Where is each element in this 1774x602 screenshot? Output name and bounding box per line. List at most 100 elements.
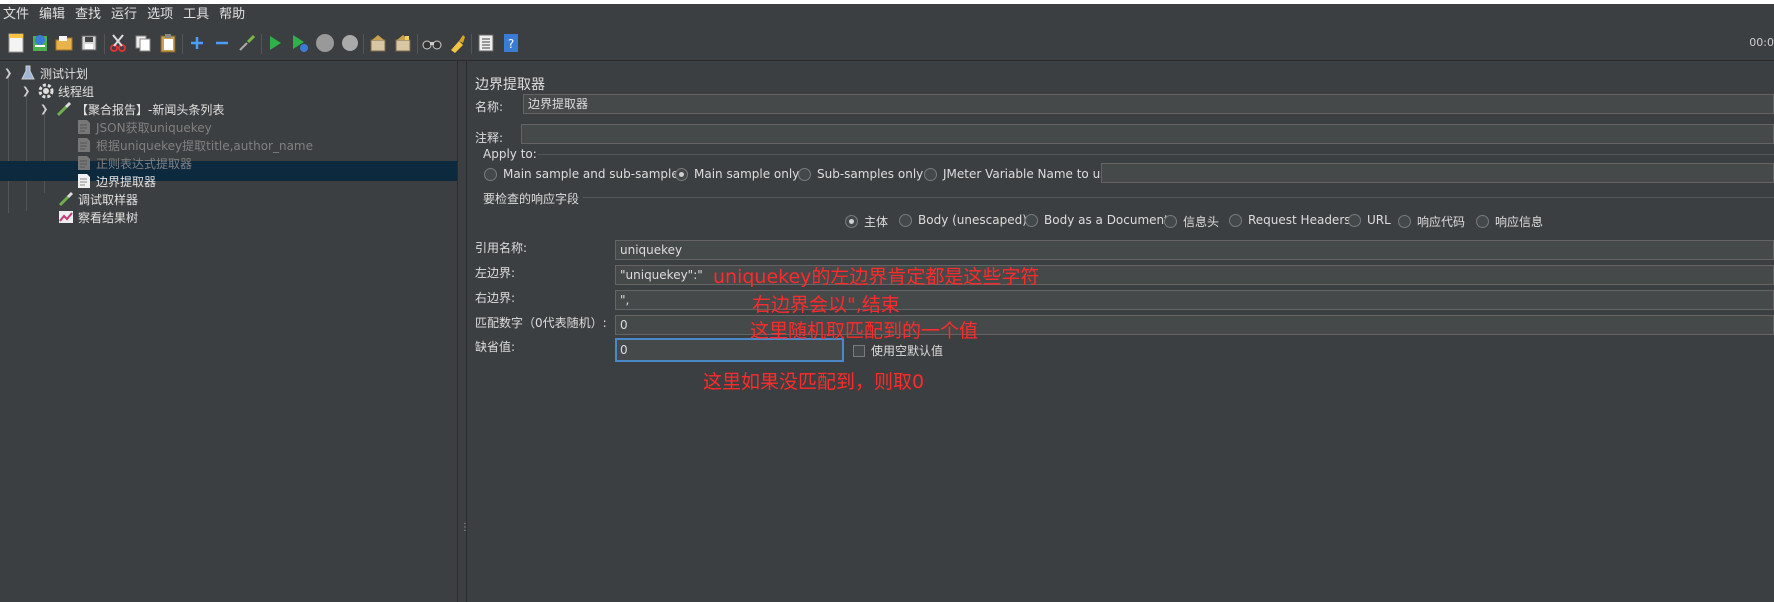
tree-item-json-extractor-2[interactable]: 根据uniquekey提取title,author_name [76,135,313,155]
radio-label: Body (unescaped) [918,213,1027,227]
tree-item-http-sampler[interactable]: ❯ 【聚合报告】-新闻头条列表 [40,99,224,119]
function-helper-icon[interactable] [475,32,497,54]
boundary-extractor-panel: 边界提取器 名称: 边界提取器 注释: Apply to: Main sampl… [466,61,1774,602]
jmeter-variable-input[interactable] [1101,163,1774,183]
match-number-label: 匹配数字（0代表随机）: [475,316,607,330]
field-url-radio[interactable]: URL [1348,213,1391,227]
new-plan-icon[interactable] [5,32,27,54]
tree-item-label: 测试计划 [40,66,89,81]
tree-guide [26,91,27,211]
drag-handle-icon[interactable]: ⋮ [460,523,470,541]
tree-item-debug-sampler[interactable]: 调试取样器 [58,189,138,209]
tree-item-boundary-extractor[interactable]: 边界提取器 [76,171,156,191]
tree-item-label: 正则表达式提取器 [96,156,193,171]
tree-item-label: 察看结果树 [78,210,139,225]
radio-icon [484,167,497,181]
radio-label: Main sample and sub-samples [503,167,685,181]
menu-tools[interactable]: 工具 [178,4,214,26]
copy-icon[interactable] [132,32,154,54]
field-body-unescaped-radio[interactable]: Body (unescaped) [899,213,1027,227]
reset-search-icon[interactable] [446,32,468,54]
use-empty-default-checkbox[interactable]: 使用空默认值 [853,342,943,359]
field-headers-radio[interactable]: 信息头 [1164,213,1219,230]
radio-selected-icon [675,167,688,181]
collapse-all-icon[interactable] [211,32,233,54]
right-boundary-label: 右边界: [475,291,516,305]
radio-label: 主体 [864,215,889,229]
menu-search[interactable]: 查找 [70,4,106,26]
comment-label: 注释: [475,131,504,145]
field-body-radio[interactable]: 主体 [845,213,888,230]
radio-icon [1348,213,1361,227]
tree-item-label: 调试取样器 [78,192,139,207]
field-response-code-radio[interactable]: 响应代码 [1398,213,1465,230]
checkbox-label: 使用空默认值 [871,344,944,358]
radio-label: Main sample only [694,167,800,181]
help-icon[interactable]: ? [500,32,522,54]
field-response-message-radio[interactable]: 响应信息 [1476,213,1543,230]
clear-icon[interactable] [367,32,389,54]
chevron-down-icon[interactable]: ❯ [40,104,50,115]
radio-icon [1476,215,1489,228]
apply-main-only-radio[interactable]: Main sample only [675,167,799,181]
radio-icon [1164,215,1177,228]
radio-label: 信息头 [1183,215,1220,229]
tree-item-label: JSON获取uniquekey [96,120,212,135]
reference-name-input[interactable]: uniquekey [615,240,1774,260]
document-icon [76,137,92,153]
tree-item-label: 线程组 [58,84,95,99]
open-icon[interactable] [53,32,75,54]
toolbar-separator [261,34,262,54]
menu-edit[interactable]: 编辑 [34,4,70,26]
group-divider [538,154,1774,155]
name-label: 名称: [475,100,504,114]
comment-input[interactable] [521,124,1774,144]
annotation-match-number: 这里随机取匹配到的一个值 [750,320,979,342]
menu-file[interactable]: 文件 [0,4,34,26]
tree-selection-highlight [0,161,457,181]
search-icon[interactable] [421,32,443,54]
tree-item-regex-extractor[interactable]: 正则表达式提取器 [76,153,192,173]
radio-label: Sub-samples only [817,167,924,181]
start-icon[interactable] [264,32,286,54]
field-body-document-radio[interactable]: Body as a Document [1025,213,1169,227]
name-input[interactable]: 边界提取器 [523,94,1774,114]
cut-icon[interactable] [107,32,129,54]
apply-main-and-sub-radio[interactable]: Main sample and sub-samples [484,167,685,181]
menu-help[interactable]: 帮助 [214,4,250,26]
left-boundary-label: 左边界: [475,266,516,280]
checkbox-icon [853,344,865,357]
toolbar-separator [363,34,364,54]
toggle-icon[interactable] [236,32,258,54]
menu-options[interactable]: 选项 [142,4,178,26]
chevron-down-icon[interactable]: ❯ [4,68,14,79]
gear-icon [38,83,54,99]
clear-all-icon[interactable] [392,32,414,54]
annotation-left-boundary: uniquekey的左边界肯定都是这些字符 [713,266,1040,288]
radio-label: 响应信息 [1495,215,1544,229]
menu-run[interactable]: 运行 [106,4,142,26]
shutdown-icon[interactable] [339,32,361,54]
tree-item-thread-group[interactable]: ❯ 线程组 [22,81,94,101]
document-icon [76,173,92,189]
tree-item-json-extractor[interactable]: JSON获取uniquekey [76,117,212,137]
radio-icon [899,213,912,227]
save-icon[interactable] [78,32,100,54]
panel-title: 边界提取器 [475,77,545,93]
tree-item-test-plan[interactable]: ❯ 测试计划 [4,63,88,83]
radio-label: JMeter Variable Name to use [943,167,1114,181]
templates-icon[interactable] [29,32,51,54]
radio-icon [924,167,937,181]
radio-label: Body as a Document [1044,213,1169,227]
radio-label: URL [1367,213,1391,227]
apply-sub-only-radio[interactable]: Sub-samples only [798,167,923,181]
expand-all-icon[interactable] [186,32,208,54]
start-no-pauses-icon[interactable] [289,32,311,54]
chevron-down-icon[interactable]: ❯ [22,86,32,97]
tree-item-result-tree[interactable]: 察看结果树 [58,207,138,227]
apply-jmeter-variable-radio[interactable]: JMeter Variable Name to use [924,167,1114,181]
paste-icon[interactable] [157,32,179,54]
stop-icon[interactable] [314,32,336,54]
field-request-headers-radio[interactable]: Request Headers [1229,213,1351,227]
field-to-check-label: 要检查的响应字段 [483,192,580,206]
